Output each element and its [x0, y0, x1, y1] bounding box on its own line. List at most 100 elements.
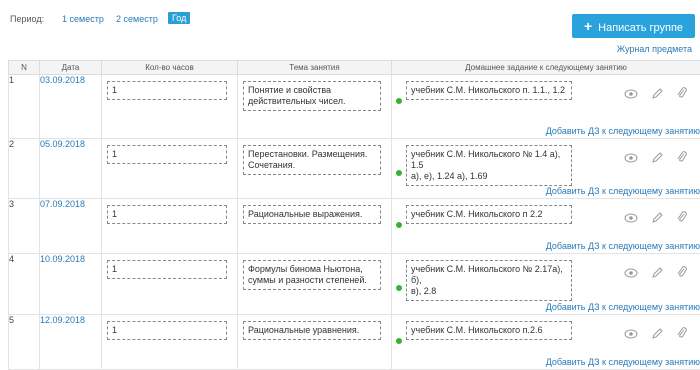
table-row: 205.09.20181Перестановки. Размещения.Соч… — [9, 139, 700, 186]
status-dot-icon — [396, 222, 402, 228]
topic-line: суммы и разности степеней. — [248, 275, 376, 286]
add-homework-cell: Добавить ДЗ к следующему занятию — [392, 125, 700, 139]
empty-cell — [9, 301, 40, 315]
homework-line: учебник С.М. Никольского п 2.2 — [411, 209, 567, 220]
add-homework-link[interactable]: Добавить ДЗ к следующему занятию — [546, 302, 700, 312]
lesson-date-link[interactable]: 12.09.2018 — [40, 315, 102, 357]
add-homework-link[interactable]: Добавить ДЗ к следующему занятию — [546, 186, 700, 196]
homework-line: учебник С.М. Никольского п. 1.1., 1.2 — [411, 85, 567, 96]
topic-cell: Рациональные уравнения. — [238, 315, 392, 357]
empty-cell — [9, 356, 40, 370]
topic-line: Понятие и свойства — [248, 85, 376, 96]
status-dot-icon — [396, 285, 402, 291]
empty-cell — [9, 125, 40, 139]
hours-field[interactable]: 1 — [107, 321, 227, 340]
add-homework-cell: Добавить ДЗ к следующему занятию — [392, 240, 700, 254]
add-homework-link[interactable]: Добавить ДЗ к следующему занятию — [546, 241, 700, 251]
topic-line: Формулы бинома Ньютона, — [248, 264, 376, 275]
hours-field[interactable]: 1 — [107, 145, 227, 164]
hours-cell: 1 — [102, 139, 238, 186]
empty-cell — [102, 301, 238, 315]
topic-line: Сочетания. — [248, 160, 376, 171]
empty-cell — [102, 125, 238, 139]
add-homework-row: Добавить ДЗ к следующему занятию — [9, 356, 700, 370]
homework-wrapper: учебник С.М. Никольского п.2.6 — [392, 321, 700, 356]
hours-cell: 1 — [102, 199, 238, 241]
topic-cell: Понятие и свойствадействительных чисел. — [238, 75, 392, 126]
hours-cell: 1 — [102, 315, 238, 357]
homework-cell: учебник С.М. Никольского п.2.6 — [392, 315, 700, 357]
homework-wrapper: учебник С.М. Никольского № 1.4 а), 1.5а)… — [392, 145, 700, 185]
table-row: 512.09.2018 1 Рациональные уравнения. учебн… — [9, 315, 700, 357]
empty-cell — [102, 356, 238, 370]
empty-cell — [238, 356, 392, 370]
hours-cell: 1 — [102, 254, 238, 302]
hours-field[interactable]: 1 — [107, 260, 227, 279]
topic-cell: Перестановки. Размещения.Сочетания. — [238, 139, 392, 186]
empty-cell — [9, 185, 40, 199]
homework-field[interactable]: учебник С.М. Никольского № 1.4 а), 1.5а)… — [406, 145, 572, 186]
period-option-semester-2[interactable]: 2 семестр — [116, 14, 158, 24]
status-dot-icon — [396, 338, 402, 344]
homework-line: учебник С.М. Никольского № 1.4 а), 1.5 — [411, 149, 567, 171]
lesson-date-link[interactable]: 03.09.2018 — [40, 75, 102, 126]
table-header-row: N Дата Кол-во часов Тема занятия Домашне… — [9, 61, 700, 75]
row-actions — [624, 266, 694, 280]
homework-field[interactable]: учебник С.М. Никольского п.2.6 — [406, 321, 572, 340]
homework-line: в), 2.8 — [411, 286, 567, 297]
lesson-date-link[interactable]: 07.09.2018 — [40, 199, 102, 241]
topic-field[interactable]: Перестановки. Размещения.Сочетания. — [243, 145, 381, 175]
homework-cell: учебник С.М. Никольского п. 1.1., 1.2 — [392, 75, 700, 126]
empty-cell — [40, 185, 102, 199]
write-group-button[interactable]: +Написать группе — [572, 14, 695, 38]
topic-field[interactable]: Понятие и свойствадействительных чисел. — [243, 81, 381, 111]
homework-wrapper: учебник С.М. Никольского п 2.2 — [392, 205, 700, 240]
header-date: Дата — [40, 61, 102, 75]
topic-line: Рациональные выражения. — [248, 209, 376, 220]
homework-wrapper: учебник С.М. Никольского № 2.17а), б),в)… — [392, 260, 700, 301]
row-actions — [624, 211, 694, 225]
status-dot-icon — [396, 98, 402, 104]
header-hours: Кол-во часов — [102, 61, 238, 75]
row-number: 1 — [9, 75, 40, 126]
homework-cell: учебник С.М. Никольского № 2.17а), б),в)… — [392, 254, 700, 302]
add-homework-link[interactable]: Добавить ДЗ к следующему занятию — [546, 357, 700, 367]
table-row: 103.09.20181Понятие и свойствадействител… — [9, 75, 700, 126]
homework-line: учебник С.М. Никольского п.2.6 — [411, 325, 567, 336]
homework-field[interactable]: учебник С.М. Никольского № 2.17а), б),в)… — [406, 260, 572, 301]
add-homework-link[interactable]: Добавить ДЗ к следующему занятию — [546, 126, 700, 136]
subject-journal-link[interactable]: Журнал предмета — [617, 44, 692, 54]
homework-line: учебник С.М. Никольского № 2.17а), б), — [411, 264, 567, 286]
empty-cell — [40, 301, 102, 315]
topic-field[interactable]: Рациональные выражения. — [243, 205, 381, 224]
plus-icon: + — [584, 18, 592, 34]
empty-cell — [9, 240, 40, 254]
homework-line: а), е), 1.24 а), 1.69 — [411, 171, 567, 182]
lesson-date-link[interactable]: 05.09.2018 — [40, 139, 102, 186]
topic-line: Перестановки. Размещения. — [248, 149, 376, 160]
topic-line: Рациональные уравнения. — [248, 325, 376, 336]
lesson-date-link[interactable]: 10.09.2018 — [40, 254, 102, 302]
empty-cell — [102, 240, 238, 254]
row-number: 5 — [9, 315, 40, 357]
homework-field[interactable]: учебник С.М. Никольского п 2.2 — [406, 205, 572, 224]
header-topic: Тема занятия — [238, 61, 392, 75]
period-option-semester-1[interactable]: 1 семестр — [62, 14, 104, 24]
topic-cell: Рациональные выражения. — [238, 199, 392, 241]
period-option-year[interactable]: Год — [168, 12, 190, 24]
empty-cell — [40, 125, 102, 139]
hours-field[interactable]: 1 — [107, 205, 227, 224]
homework-field[interactable]: учебник С.М. Никольского п. 1.1., 1.2 — [406, 81, 572, 100]
row-actions — [624, 151, 694, 165]
topic-line: действительных чисел. — [248, 96, 376, 107]
topic-field[interactable]: Формулы бинома Ньютона,суммы и разности … — [243, 260, 381, 290]
period-label: Период: — [10, 14, 44, 24]
header-homework: Домашнее задание к следующему занятию — [392, 61, 700, 75]
add-homework-cell: Добавить ДЗ к следующему занятию — [392, 301, 700, 315]
hours-field[interactable]: 1 — [107, 81, 227, 100]
table-row: 307.09.20181Рациональные выражения.учебн… — [9, 199, 700, 241]
topic-field[interactable]: Рациональные уравнения. — [243, 321, 381, 340]
homework-cell: учебник С.М. Никольского № 1.4 а), 1.5а)… — [392, 139, 700, 186]
empty-cell — [40, 240, 102, 254]
add-homework-cell: Добавить ДЗ к следующему занятию — [392, 356, 700, 370]
